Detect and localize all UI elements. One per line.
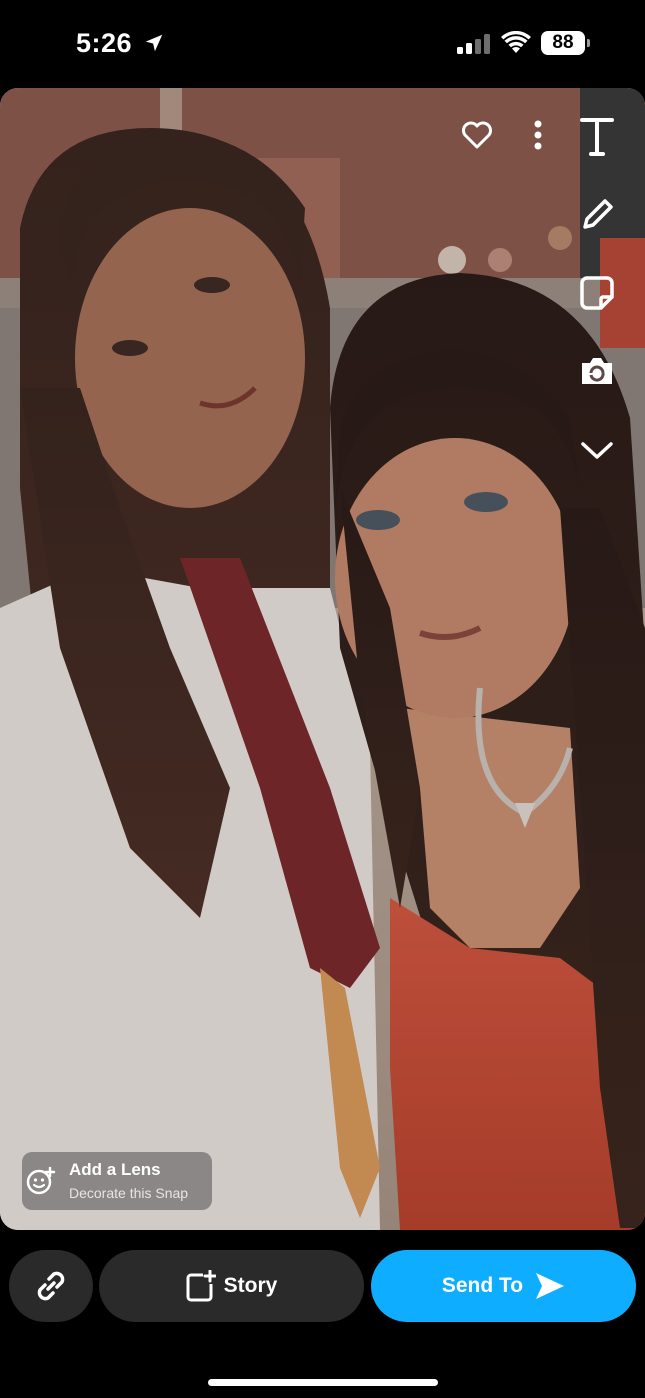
more-options-button[interactable] — [524, 116, 552, 154]
photo-dim-overlay — [0, 88, 645, 1230]
battery-percentage: 88 — [552, 32, 574, 53]
add-lens-button[interactable]: Add a Lens Decorate this Snap — [22, 1152, 212, 1210]
send-arrow-icon — [536, 1273, 565, 1299]
add-lens-title: Add a Lens — [69, 1160, 161, 1179]
lens-swap-button[interactable] — [576, 350, 618, 392]
send-to-label: Send To — [441, 1274, 524, 1297]
favorite-button[interactable] — [458, 116, 496, 154]
more-options-icon — [534, 120, 542, 150]
text-tool-icon — [580, 118, 614, 156]
sticker-tool-button[interactable] — [576, 272, 618, 314]
add-lens-subtitle: Decorate this Snap — [69, 1185, 189, 1201]
lens-swap-icon — [582, 358, 612, 384]
draw-tool-button[interactable] — [576, 194, 618, 236]
link-icon — [37, 1271, 65, 1301]
smiley-plus-icon — [26, 1166, 56, 1195]
attach-link-button[interactable] — [9, 1250, 93, 1322]
heart-icon — [462, 121, 492, 149]
status-time: 5:26 — [76, 28, 133, 58]
home-indicator[interactable] — [208, 1379, 438, 1386]
text-tool-button[interactable] — [576, 114, 618, 158]
status-bar: 5:26 88 — [0, 0, 645, 88]
battery-icon: 88 — [541, 31, 591, 55]
expand-tools-button[interactable] — [576, 430, 618, 470]
snap-photo[interactable] — [0, 88, 645, 1230]
pencil-icon — [583, 199, 613, 229]
sticker-icon — [580, 276, 614, 310]
chevron-down-icon — [581, 442, 613, 459]
send-to-button[interactable]: Send To — [371, 1250, 636, 1322]
story-add-icon — [186, 1270, 216, 1302]
cellular-signal-icon — [457, 34, 490, 54]
wifi-icon — [501, 31, 531, 53]
location-arrow-icon — [145, 34, 163, 52]
story-label: Story — [223, 1274, 278, 1297]
add-to-story-button[interactable]: Story — [99, 1250, 364, 1322]
